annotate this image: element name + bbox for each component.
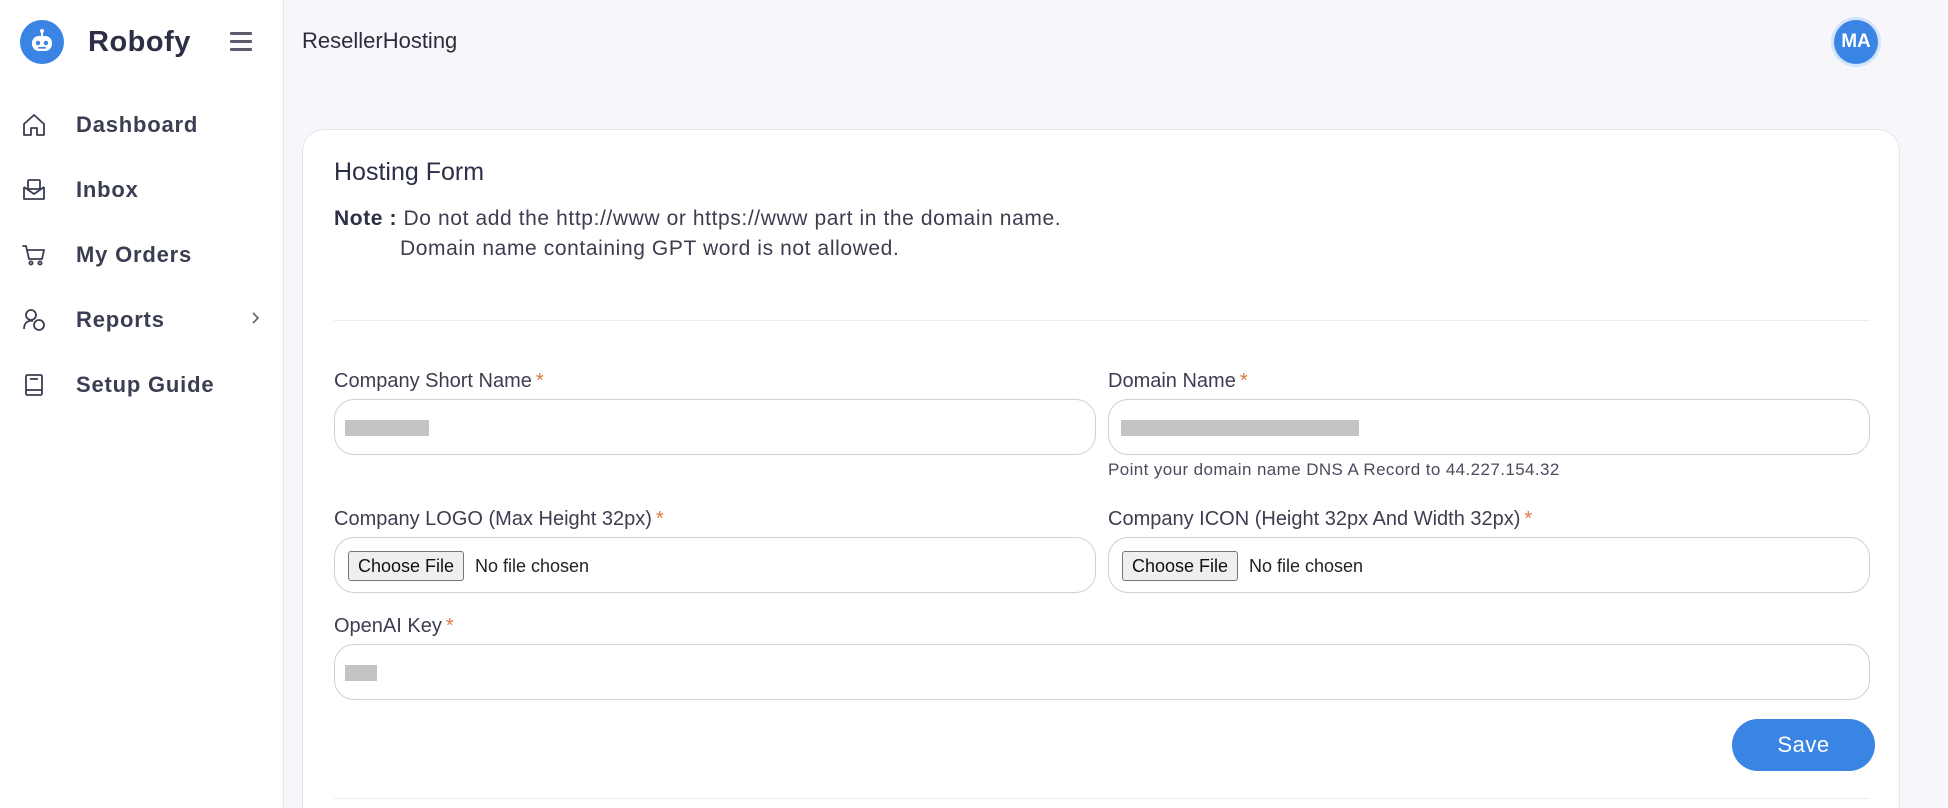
note-label: Note : bbox=[334, 207, 398, 230]
menu-toggle-icon[interactable] bbox=[230, 32, 252, 52]
save-button[interactable]: Save bbox=[1732, 719, 1875, 771]
openai-key-label: OpenAI Key * bbox=[334, 615, 454, 637]
inbox-icon bbox=[20, 176, 48, 204]
company-icon-label: Company ICON (Height 32px And Width 32px… bbox=[1108, 508, 1533, 530]
domain-dns-hint: Point your domain name DNS A Record to 4… bbox=[1108, 460, 1560, 479]
note-line-2: Domain name containing GPT word is not a… bbox=[400, 237, 900, 260]
divider bbox=[334, 320, 1870, 321]
sidebar-item-label: My Orders bbox=[76, 241, 193, 267]
redacted-value bbox=[1121, 420, 1359, 436]
robot-logo-icon bbox=[20, 20, 64, 64]
cart-icon bbox=[20, 241, 48, 269]
file-status: No file chosen bbox=[1249, 556, 1364, 576]
sidebar-item-label: Reports bbox=[76, 306, 165, 332]
sidebar-nav: Dashboard Inbox My Orders Reports Setup … bbox=[0, 92, 284, 417]
redacted-value bbox=[345, 665, 377, 681]
sidebar-item-my-orders[interactable]: My Orders bbox=[0, 222, 284, 287]
sidebar-item-inbox[interactable]: Inbox bbox=[0, 157, 284, 222]
choose-file-button[interactable]: Choose File bbox=[1122, 551, 1239, 581]
sidebar-item-label: Dashboard bbox=[76, 111, 199, 137]
domain-name-input[interactable] bbox=[1108, 399, 1870, 455]
sidebar-item-dashboard[interactable]: Dashboard bbox=[0, 92, 284, 157]
company-logo-label: Company LOGO (Max Height 32px) * bbox=[334, 508, 664, 530]
home-icon bbox=[20, 111, 48, 139]
hosting-form-card: Hosting Form Note : Do not add the http:… bbox=[302, 129, 1900, 808]
sidebar-item-reports[interactable]: Reports bbox=[0, 287, 284, 352]
company-short-name-label: Company Short Name * bbox=[334, 370, 544, 392]
page-title: ResellerHosting bbox=[302, 28, 458, 53]
note-line-1: Do not add the http://www or https://www… bbox=[403, 207, 1062, 230]
form-title: Hosting Form bbox=[334, 158, 485, 186]
openai-key-input[interactable] bbox=[334, 644, 1870, 700]
company-icon-file-input[interactable]: Choose File No file chosen bbox=[1108, 537, 1870, 593]
choose-file-button[interactable]: Choose File bbox=[348, 551, 465, 581]
redacted-value bbox=[345, 420, 429, 436]
sidebar-item-label: Inbox bbox=[76, 176, 139, 202]
domain-note: Note : Do not add the http://www or http… bbox=[334, 204, 1061, 264]
book-icon bbox=[20, 371, 48, 399]
sidebar-item-setup-guide[interactable]: Setup Guide bbox=[0, 352, 284, 417]
brand: Robofy bbox=[20, 20, 260, 64]
domain-name-label: Domain Name * bbox=[1108, 370, 1248, 392]
company-logo-file-input[interactable]: Choose File No file chosen bbox=[334, 537, 1096, 593]
sidebar: Robofy Dashboard Inbox My Orders Reports… bbox=[0, 0, 284, 808]
avatar[interactable]: MA bbox=[1834, 20, 1878, 64]
divider bbox=[334, 798, 1870, 799]
reports-icon bbox=[20, 306, 48, 334]
brand-name: Robofy bbox=[88, 25, 191, 58]
company-short-name-input[interactable] bbox=[334, 399, 1096, 455]
top-bar: ResellerHosting MA bbox=[284, 0, 1948, 84]
file-status: No file chosen bbox=[475, 556, 590, 576]
sidebar-item-label: Setup Guide bbox=[76, 371, 215, 397]
chevron-right-icon bbox=[250, 311, 264, 327]
